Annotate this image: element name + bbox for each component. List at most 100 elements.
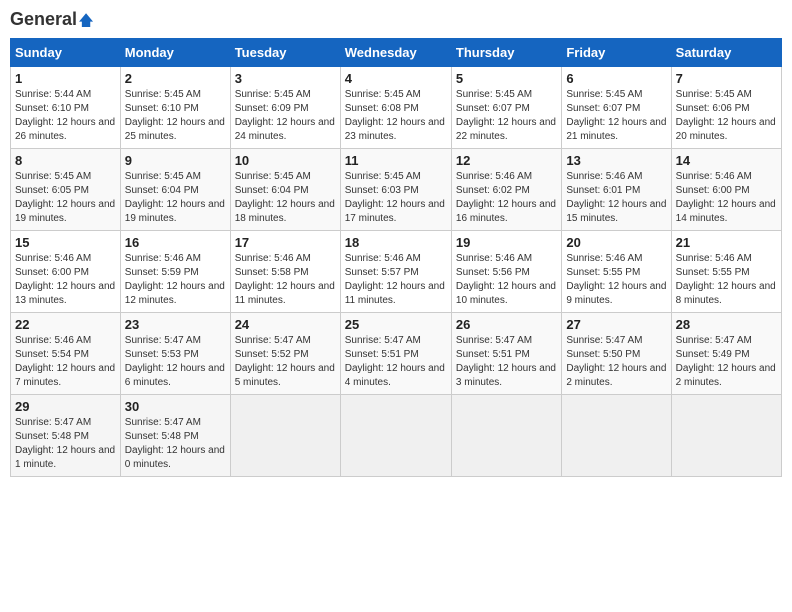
calendar-week-1: 1 Sunrise: 5:44 AMSunset: 6:10 PMDaylight… [11, 66, 782, 148]
calendar-cell: 21Sunrise: 5:46 AMSunset: 5:55 PMDayligh… [671, 230, 781, 312]
day-number: 27 [566, 317, 666, 332]
calendar-cell [230, 394, 340, 476]
day-number: 23 [125, 317, 226, 332]
day-number: 22 [15, 317, 116, 332]
calendar-cell: 6 Sunrise: 5:45 AMSunset: 6:07 PMDaylight… [562, 66, 671, 148]
day-info: Sunrise: 5:45 AMSunset: 6:03 PMDaylight:… [345, 170, 447, 226]
day-info: Sunrise: 5:45 AMSunset: 6:07 PMDaylight:… [456, 88, 557, 144]
day-info: Sunrise: 5:47 AMSunset: 5:49 PMDaylight:… [676, 334, 777, 390]
calendar-cell: 14 Sunrise: 5:46 AMSunset: 6:00 PMDayligh… [671, 148, 781, 230]
day-info: Sunrise: 5:46 AMSunset: 5:55 PMDaylight:… [676, 252, 777, 308]
day-info: Sunrise: 5:46 AMSunset: 5:57 PMDaylight:… [345, 252, 447, 308]
day-info: Sunrise: 5:45 AMSunset: 6:04 PMDaylight:… [235, 170, 336, 226]
day-info: Sunrise: 5:45 AMSunset: 6:09 PMDaylight:… [235, 88, 336, 144]
day-info: Sunrise: 5:46 AMSunset: 6:00 PMDaylight:… [676, 170, 777, 226]
day-info: Sunrise: 5:45 AMSunset: 6:07 PMDaylight:… [566, 88, 666, 144]
day-number: 26 [456, 317, 557, 332]
calendar-week-4: 22 Sunrise: 5:46 AMSunset: 5:54 PMDayligh… [11, 312, 782, 394]
calendar-cell [340, 394, 451, 476]
day-info: Sunrise: 5:46 AMSunset: 5:59 PMDaylight:… [125, 252, 226, 308]
day-number: 25 [345, 317, 447, 332]
calendar-cell: 17 Sunrise: 5:46 AMSunset: 5:58 PMDayligh… [230, 230, 340, 312]
calendar-cell: 26 Sunrise: 5:47 AMSunset: 5:51 PMDayligh… [451, 312, 561, 394]
day-info: Sunrise: 5:46 AMSunset: 6:00 PMDaylight:… [15, 252, 116, 308]
calendar-cell: 27 Sunrise: 5:47 AMSunset: 5:50 PMDayligh… [562, 312, 671, 394]
day-number: 16 [125, 235, 226, 250]
day-number: 12 [456, 153, 557, 168]
day-number: 17 [235, 235, 336, 250]
day-number: 14 [676, 153, 777, 168]
day-info: Sunrise: 5:46 AMSunset: 6:01 PMDaylight:… [566, 170, 666, 226]
weekday-header-sunday: Sunday [11, 38, 121, 66]
calendar-cell: 8Sunrise: 5:45 AMSunset: 6:05 PMDaylight… [11, 148, 121, 230]
day-info: Sunrise: 5:45 AMSunset: 6:06 PMDaylight:… [676, 88, 777, 144]
logo-icon [79, 13, 93, 27]
day-info: Sunrise: 5:44 AMSunset: 6:10 PMDaylight:… [15, 88, 116, 144]
day-info: Sunrise: 5:46 AMSunset: 5:58 PMDaylight:… [235, 252, 336, 308]
logo-general: General [10, 10, 93, 30]
calendar-cell: 25 Sunrise: 5:47 AMSunset: 5:51 PMDayligh… [340, 312, 451, 394]
calendar-cell: 28 Sunrise: 5:47 AMSunset: 5:49 PMDayligh… [671, 312, 781, 394]
calendar-cell: 18 Sunrise: 5:46 AMSunset: 5:57 PMDayligh… [340, 230, 451, 312]
day-info: Sunrise: 5:46 AMSunset: 5:56 PMDaylight:… [456, 252, 557, 308]
weekday-header-monday: Monday [120, 38, 230, 66]
day-number: 18 [345, 235, 447, 250]
weekday-header-wednesday: Wednesday [340, 38, 451, 66]
day-number: 11 [345, 153, 447, 168]
weekday-header-row: SundayMondayTuesdayWednesdayThursdayFrid… [11, 38, 782, 66]
calendar-cell [562, 394, 671, 476]
day-number: 8 [15, 153, 116, 168]
day-info: Sunrise: 5:46 AMSunset: 5:54 PMDaylight:… [15, 334, 116, 390]
weekday-header-saturday: Saturday [671, 38, 781, 66]
calendar-cell: 1 Sunrise: 5:44 AMSunset: 6:10 PMDaylight… [11, 66, 121, 148]
calendar-cell: 9 Sunrise: 5:45 AMSunset: 6:04 PMDaylight… [120, 148, 230, 230]
day-info: Sunrise: 5:47 AMSunset: 5:53 PMDaylight:… [125, 334, 226, 390]
calendar-week-5: 29 Sunrise: 5:47 AMSunset: 5:48 PMDayligh… [11, 394, 782, 476]
calendar-cell: 4 Sunrise: 5:45 AMSunset: 6:08 PMDaylight… [340, 66, 451, 148]
calendar-cell: 3 Sunrise: 5:45 AMSunset: 6:09 PMDaylight… [230, 66, 340, 148]
day-number: 2 [125, 71, 226, 86]
calendar-cell: 7 Sunrise: 5:45 AMSunset: 6:06 PMDaylight… [671, 66, 781, 148]
calendar-week-3: 15Sunrise: 5:46 AMSunset: 6:00 PMDayligh… [11, 230, 782, 312]
calendar-cell: 16 Sunrise: 5:46 AMSunset: 5:59 PMDayligh… [120, 230, 230, 312]
day-info: Sunrise: 5:45 AMSunset: 6:10 PMDaylight:… [125, 88, 226, 144]
day-number: 7 [676, 71, 777, 86]
day-info: Sunrise: 5:47 AMSunset: 5:48 PMDaylight:… [15, 416, 116, 472]
calendar-table: SundayMondayTuesdayWednesdayThursdayFrid… [10, 38, 782, 477]
calendar-cell: 19 Sunrise: 5:46 AMSunset: 5:56 PMDayligh… [451, 230, 561, 312]
day-number: 3 [235, 71, 336, 86]
day-info: Sunrise: 5:47 AMSunset: 5:51 PMDaylight:… [345, 334, 447, 390]
day-info: Sunrise: 5:47 AMSunset: 5:52 PMDaylight:… [235, 334, 336, 390]
calendar-cell: 23 Sunrise: 5:47 AMSunset: 5:53 PMDayligh… [120, 312, 230, 394]
day-number: 4 [345, 71, 447, 86]
day-info: Sunrise: 5:45 AMSunset: 6:04 PMDaylight:… [125, 170, 226, 226]
day-number: 30 [125, 399, 226, 414]
calendar-cell [451, 394, 561, 476]
day-info: Sunrise: 5:46 AMSunset: 6:02 PMDaylight:… [456, 170, 557, 226]
calendar-cell: 29 Sunrise: 5:47 AMSunset: 5:48 PMDayligh… [11, 394, 121, 476]
day-number: 13 [566, 153, 666, 168]
calendar-cell: 30 Sunrise: 5:47 AMSunset: 5:48 PMDayligh… [120, 394, 230, 476]
calendar-cell: 24 Sunrise: 5:47 AMSunset: 5:52 PMDayligh… [230, 312, 340, 394]
weekday-header-tuesday: Tuesday [230, 38, 340, 66]
day-number: 9 [125, 153, 226, 168]
calendar-cell: 2 Sunrise: 5:45 AMSunset: 6:10 PMDaylight… [120, 66, 230, 148]
logo: General [10, 10, 93, 30]
day-info: Sunrise: 5:45 AMSunset: 6:08 PMDaylight:… [345, 88, 447, 144]
day-info: Sunrise: 5:47 AMSunset: 5:50 PMDaylight:… [566, 334, 666, 390]
day-number: 28 [676, 317, 777, 332]
day-info: Sunrise: 5:47 AMSunset: 5:48 PMDaylight:… [125, 416, 226, 472]
calendar-cell: 5Sunrise: 5:45 AMSunset: 6:07 PMDaylight… [451, 66, 561, 148]
day-number: 29 [15, 399, 116, 414]
calendar-cell: 13 Sunrise: 5:46 AMSunset: 6:01 PMDayligh… [562, 148, 671, 230]
weekday-header-thursday: Thursday [451, 38, 561, 66]
day-info: Sunrise: 5:47 AMSunset: 5:51 PMDaylight:… [456, 334, 557, 390]
day-number: 24 [235, 317, 336, 332]
day-number: 1 [15, 71, 116, 86]
day-number: 19 [456, 235, 557, 250]
calendar-cell: 15Sunrise: 5:46 AMSunset: 6:00 PMDayligh… [11, 230, 121, 312]
calendar-cell: 12 Sunrise: 5:46 AMSunset: 6:02 PMDayligh… [451, 148, 561, 230]
day-number: 20 [566, 235, 666, 250]
calendar-cell: 11 Sunrise: 5:45 AMSunset: 6:03 PMDayligh… [340, 148, 451, 230]
day-number: 6 [566, 71, 666, 86]
